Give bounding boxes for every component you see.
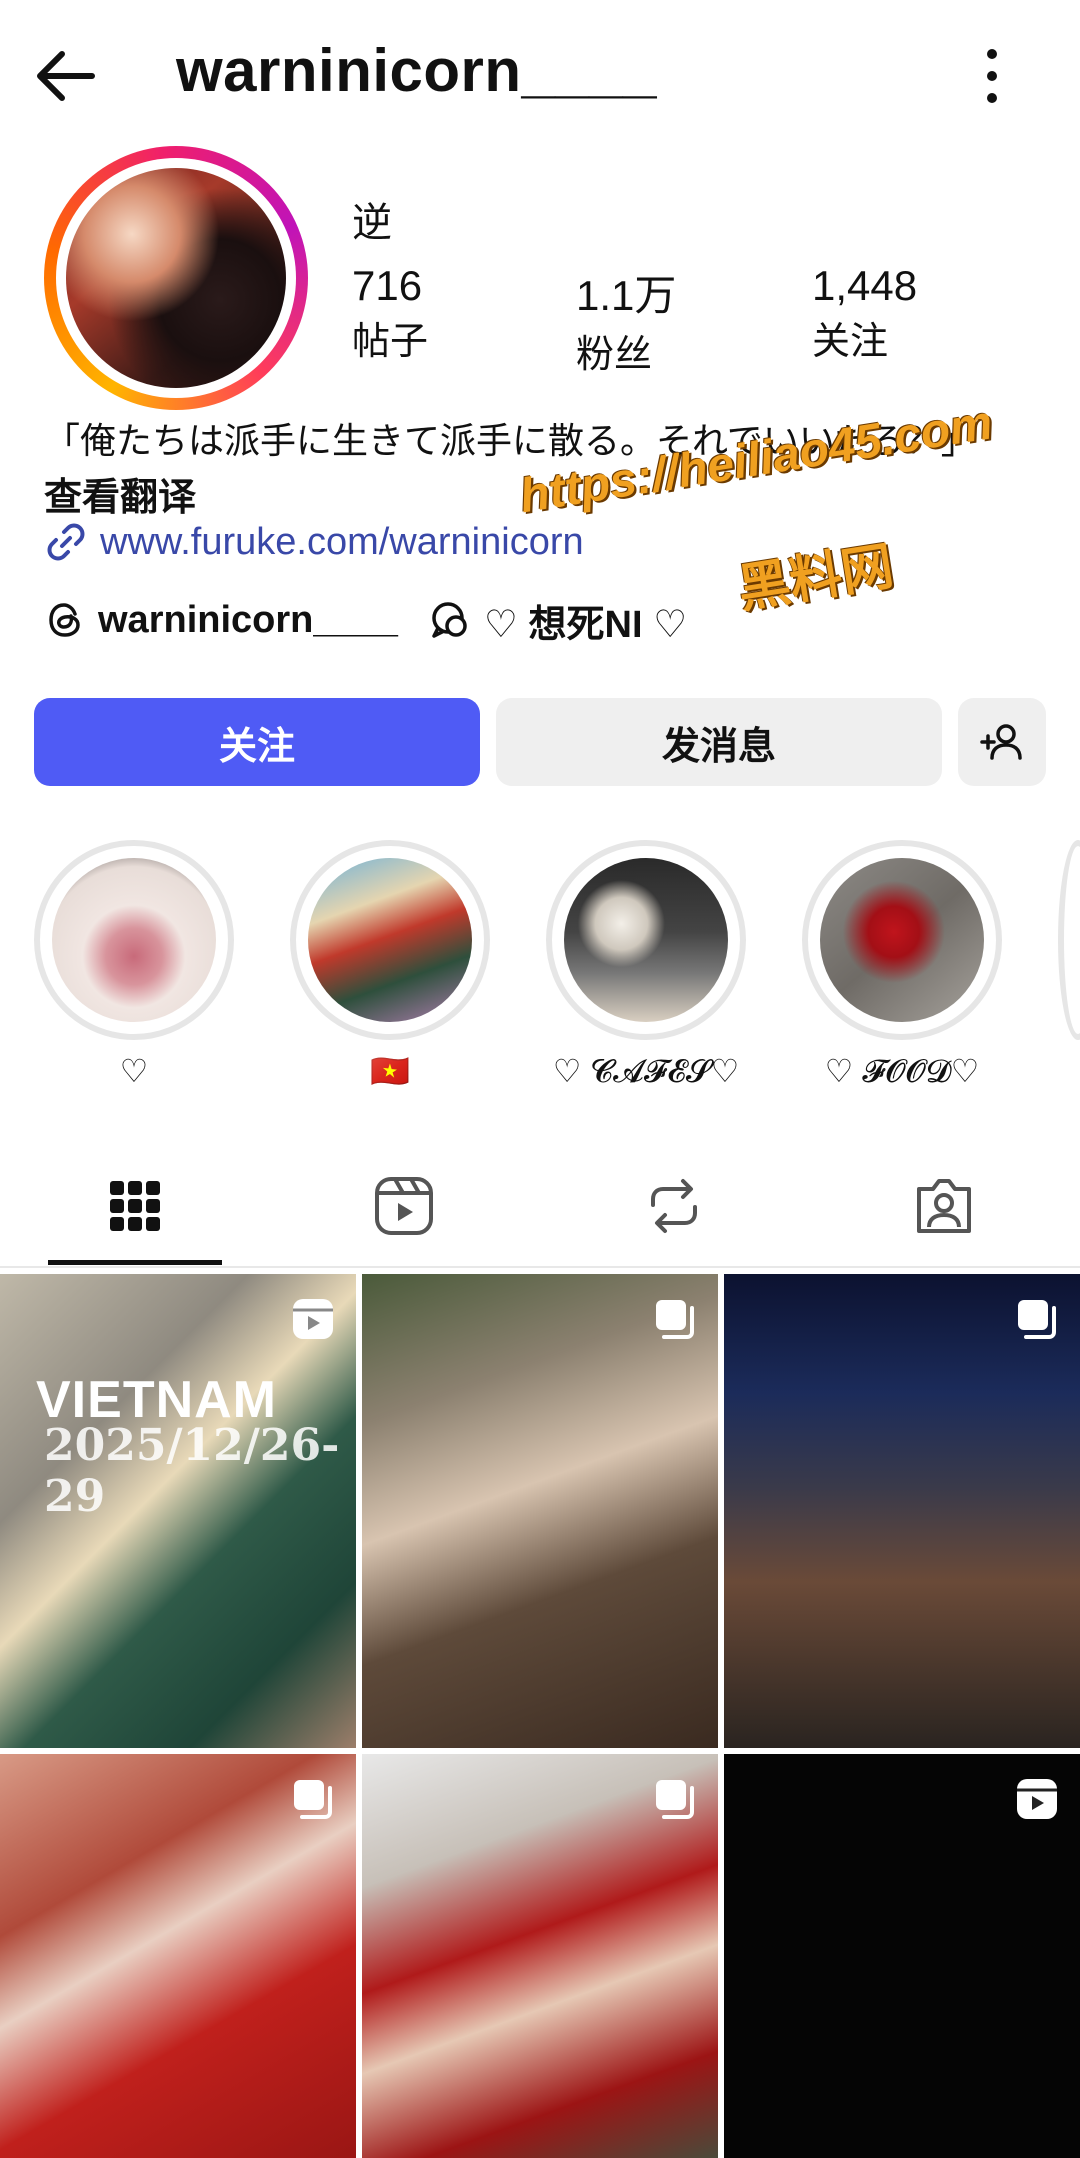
- threads-handle: warninicorn____: [98, 598, 398, 641]
- reposts-icon: [651, 1179, 697, 1233]
- highlight-4[interactable]: [802, 840, 1002, 1040]
- threads-chat-icon: [432, 602, 467, 638]
- more-options-button[interactable]: [956, 40, 1028, 112]
- highlight-1[interactable]: [34, 840, 234, 1040]
- post-2[interactable]: [362, 1274, 718, 1748]
- carousel-badge-icon: [1018, 1300, 1056, 1339]
- avatar-image: [66, 168, 286, 388]
- follow-button[interactable]: 关注: [34, 698, 480, 786]
- message-button[interactable]: 发消息: [496, 698, 942, 786]
- see-translation-link[interactable]: 查看翻译: [44, 466, 196, 521]
- stat-posts[interactable]: 716 帖子: [352, 262, 428, 365]
- back-arrow-icon: [37, 51, 95, 101]
- more-vertical-icon: [987, 49, 997, 103]
- stat-followers[interactable]: 1.1万 粉丝: [576, 262, 676, 378]
- grid-icon: [110, 1181, 160, 1231]
- tab-posts[interactable]: [85, 1156, 185, 1256]
- stat-followers-value: 1.1万: [576, 272, 677, 319]
- post-6[interactable]: [724, 1754, 1080, 2158]
- reels-icon: [375, 1177, 433, 1235]
- stat-posts-label: 帖子: [352, 321, 429, 363]
- post-1-date: 2025/12/26-29: [44, 1420, 340, 1522]
- threads-row[interactable]: warninicorn____ ♡ 想死NI ♡: [44, 594, 687, 646]
- highlight-5-partial[interactable]: [1058, 840, 1080, 1040]
- highlight-2-label: 🇻🇳: [370, 1053, 410, 1089]
- stat-following-value: 1,448: [812, 262, 918, 309]
- stat-following-label: 关注: [812, 321, 889, 363]
- avatar-gap: [56, 158, 296, 398]
- highlight-2-image: [308, 858, 472, 1022]
- active-tab-indicator: [48, 1260, 222, 1265]
- post-4[interactable]: [0, 1754, 356, 2158]
- carousel-badge-icon: [656, 1300, 694, 1339]
- threads-icon: [49, 603, 80, 637]
- carousel-badge-icon: [294, 1780, 332, 1819]
- link-icon: [47, 523, 85, 561]
- profile-avatar[interactable]: [44, 146, 308, 410]
- tab-reels[interactable]: [354, 1156, 454, 1256]
- profile-link-text: www.furuke.com/warninicorn: [100, 520, 584, 563]
- tab-reposts[interactable]: [624, 1156, 724, 1256]
- highlight-3[interactable]: [546, 840, 746, 1040]
- back-button[interactable]: [30, 40, 102, 112]
- watermark-cn: 黑料网: [734, 537, 898, 620]
- profile-username: warninicorn____: [176, 37, 658, 104]
- post-1[interactable]: VIETNAM 2025/12/26-29: [0, 1274, 356, 1748]
- highlight-1-label: ♡: [119, 1053, 149, 1089]
- highlight-3-image: [564, 858, 728, 1022]
- carousel-badge-icon: [656, 1780, 694, 1819]
- threads-tag: ♡ 想死NI ♡: [483, 603, 688, 646]
- highlight-4-label: ♡ 𝓕𝓞𝓞𝓓♡: [824, 1053, 980, 1089]
- profile-link[interactable]: www.furuke.com/warninicorn: [44, 516, 584, 568]
- highlight-2[interactable]: [290, 840, 490, 1040]
- suggest-users-button[interactable]: [958, 698, 1046, 786]
- stat-posts-value: 716: [352, 262, 423, 309]
- reel-badge-icon: [293, 1299, 333, 1339]
- post-3[interactable]: [724, 1274, 1080, 1748]
- tab-divider: [0, 1266, 1080, 1268]
- tab-tagged[interactable]: [894, 1156, 994, 1256]
- reel-badge-icon: [1017, 1779, 1057, 1819]
- stat-followers-label: 粉丝: [576, 334, 653, 376]
- stat-following[interactable]: 1,448 关注: [812, 262, 917, 365]
- highlight-1-image: [52, 858, 216, 1022]
- add-user-icon: [980, 724, 1022, 760]
- highlight-3-label: ♡ 𝓒𝓐𝓕𝓔𝓢♡: [552, 1053, 740, 1089]
- highlight-4-image: [820, 858, 984, 1022]
- tagged-icon: [917, 1179, 971, 1233]
- post-5[interactable]: [362, 1754, 718, 2158]
- profile-nickname: 逆: [352, 201, 392, 245]
